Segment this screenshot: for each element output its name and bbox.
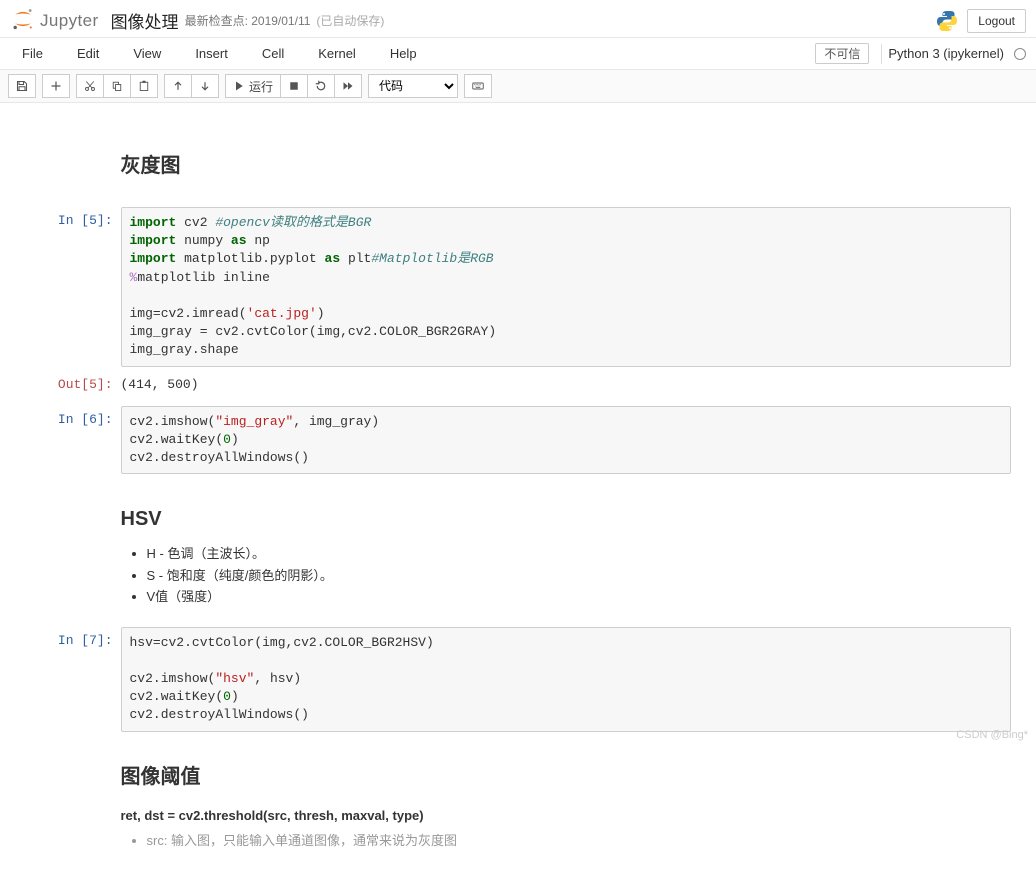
list-item: S - 饱和度（纯度/颜色的阴影）。 (147, 566, 1011, 586)
arrow-down-icon (199, 80, 211, 92)
move-down-button[interactable] (192, 74, 219, 98)
restart-run-all-button[interactable] (335, 74, 362, 98)
threshold-signature: ret, dst = cv2.threshold(src, thresh, ma… (121, 806, 1011, 826)
header: Jupyter 图像处理 最新检查点: 2019/01/11 (已自动保存) L… (0, 0, 1036, 38)
fast-forward-icon (342, 80, 354, 92)
jupyter-wordmark: Jupyter (40, 11, 99, 31)
run-button[interactable]: 运行 (225, 74, 281, 98)
input-prompt: In [7]: (26, 627, 121, 732)
restart-icon (315, 80, 327, 92)
input-prompt: In [5]: (26, 207, 121, 367)
cell-type-select[interactable]: 代码 (368, 74, 458, 98)
move-up-button[interactable] (164, 74, 192, 98)
markdown-cell[interactable]: 图像阈值 ret, dst = cv2.threshold(src, thres… (16, 734, 1021, 869)
menu-file[interactable]: File (20, 40, 45, 67)
notebook-name[interactable]: 图像处理 (111, 8, 179, 33)
menu-items: File Edit View Insert Cell Kernel Help (10, 40, 419, 67)
copy-icon (111, 80, 123, 92)
output-text: (414, 500) (121, 371, 1011, 402)
menu-help[interactable]: Help (388, 40, 419, 67)
threshold-list: src: 输入图，只能输入单通道图像，通常来说为灰度图 (121, 831, 1011, 851)
copy-button[interactable] (104, 74, 131, 98)
paste-button[interactable] (131, 74, 158, 98)
code-cell[interactable]: In [7]: hsv=cv2.cvtColor(img,cv2.COLOR_B… (16, 625, 1021, 734)
menu-kernel[interactable]: Kernel (316, 40, 358, 67)
logout-button[interactable]: Logout (967, 9, 1026, 33)
list-item: src: 输入图，只能输入单通道图像，通常来说为灰度图 (147, 831, 1011, 851)
restart-button[interactable] (308, 74, 335, 98)
code-input[interactable]: cv2.imshow("img_gray", img_gray) cv2.wai… (121, 406, 1011, 475)
checkpoint-status: 最新检查点: 2019/01/11 (185, 12, 311, 29)
hsv-list: H - 色调（主波长）。 S - 饱和度（纯度/颜色的阴影）。 V值（强度） (121, 544, 1011, 607)
code-cell[interactable]: In [6]: cv2.imshow("img_gray", img_gray)… (16, 404, 1021, 477)
list-item: H - 色调（主波长）。 (147, 544, 1011, 564)
kernel-idle-icon (1014, 48, 1026, 60)
md-heading-hsv: HSV (121, 504, 1011, 534)
interrupt-button[interactable] (281, 74, 308, 98)
run-label: 运行 (249, 78, 273, 95)
jupyter-brand[interactable]: Jupyter (10, 6, 99, 35)
cut-icon (84, 80, 96, 92)
input-prompt: In [6]: (26, 406, 121, 475)
save-button[interactable] (8, 74, 36, 98)
stop-icon (288, 80, 300, 92)
md-heading-grayscale: 灰度图 (121, 151, 1011, 181)
markdown-cell[interactable]: 灰度图 (16, 123, 1021, 205)
plus-icon (50, 80, 62, 92)
arrow-up-icon (172, 80, 184, 92)
code-cell[interactable]: In [5]: import cv2 #opencv读取的格式是BGR impo… (16, 205, 1021, 369)
kernel-separator (881, 44, 882, 64)
cut-button[interactable] (76, 74, 104, 98)
kernel-name[interactable]: Python 3 (ipykernel) (888, 46, 1010, 61)
paste-icon (138, 80, 150, 92)
markdown-cell[interactable]: HSV H - 色调（主波长）。 S - 饱和度（纯度/颜色的阴影）。 V值（强… (16, 476, 1021, 625)
code-input[interactable]: import cv2 #opencv读取的格式是BGR import numpy… (121, 207, 1011, 367)
save-icon (16, 80, 28, 92)
python-logo-icon (935, 9, 959, 33)
jupyter-logo-icon (10, 6, 36, 35)
insert-cell-button[interactable] (42, 74, 70, 98)
md-heading-threshold: 图像阈值 (121, 762, 1011, 792)
list-item: V值（强度） (147, 587, 1011, 607)
command-palette-button[interactable] (464, 74, 492, 98)
output-prompt: Out[5]: (26, 371, 121, 402)
menu-cell[interactable]: Cell (260, 40, 286, 67)
code-input[interactable]: hsv=cv2.cvtColor(img,cv2.COLOR_BGR2HSV) … (121, 627, 1011, 732)
play-icon (233, 80, 245, 92)
menu-edit[interactable]: Edit (75, 40, 101, 67)
output-cell: Out[5]: (414, 500) (16, 369, 1021, 404)
keyboard-icon (472, 80, 484, 92)
toolbar: 运行 代码 (0, 70, 1036, 103)
autosave-status: (已自动保存) (316, 12, 384, 29)
menu-insert[interactable]: Insert (193, 40, 230, 67)
menubar: File Edit View Insert Cell Kernel Help 不… (0, 38, 1036, 70)
menu-view[interactable]: View (131, 40, 163, 67)
notebook-container: 灰度图 In [5]: import cv2 #opencv读取的格式是BGR … (16, 103, 1021, 889)
trust-badge[interactable]: 不可信 (815, 43, 869, 64)
